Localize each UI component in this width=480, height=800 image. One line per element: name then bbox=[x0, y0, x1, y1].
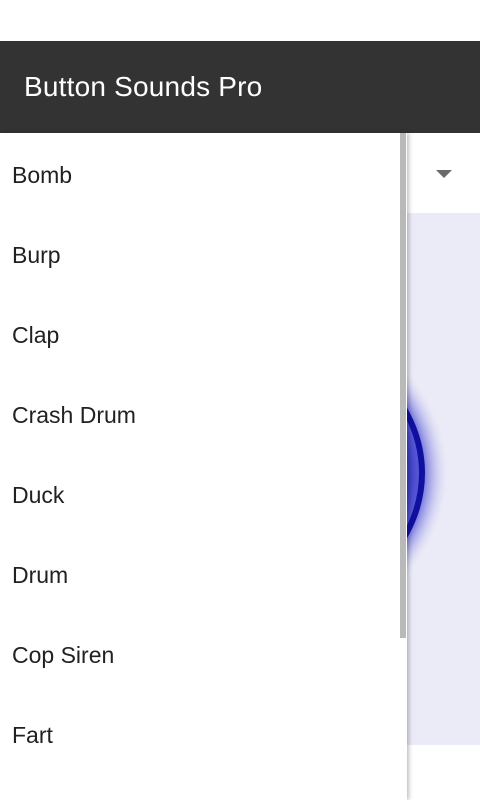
dropdown-item-clap[interactable]: Clap bbox=[0, 295, 400, 375]
dropdown-item-crash-drum[interactable]: Crash Drum bbox=[0, 375, 400, 455]
screen: Button Sounds Pro Bomb Burp Clap Crash D… bbox=[0, 0, 480, 800]
app-bar: Button Sounds Pro bbox=[0, 41, 480, 133]
app-title: Button Sounds Pro bbox=[24, 71, 263, 102]
dropdown-item-duck[interactable]: Duck bbox=[0, 455, 400, 535]
chevron-down-icon[interactable] bbox=[436, 170, 452, 178]
dropdown-item-bomb[interactable]: Bomb bbox=[0, 135, 400, 215]
status-bar bbox=[0, 0, 480, 41]
dropdown-item-cop-siren[interactable]: Cop Siren bbox=[0, 615, 400, 695]
sound-dropdown-list[interactable]: Bomb Burp Clap Crash Drum Duck Drum Cop … bbox=[0, 133, 407, 800]
dropdown-item-drum[interactable]: Drum bbox=[0, 535, 400, 615]
dropdown-item-fart[interactable]: Fart bbox=[0, 695, 400, 775]
dropdown-scrollbar[interactable] bbox=[400, 133, 406, 638]
dropdown-item-burp[interactable]: Burp bbox=[0, 215, 400, 295]
